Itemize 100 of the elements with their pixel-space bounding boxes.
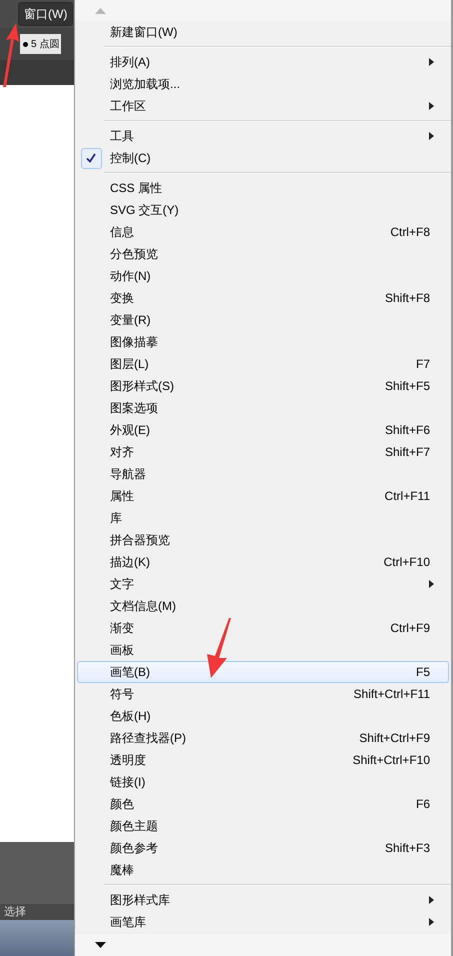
menu-item-label: 颜色参考 [110,840,158,857]
shortcut-label: F5 [416,664,430,681]
menu-item[interactable]: 文字 [77,573,449,595]
menu-item-label: 拼合器预览 [110,532,170,549]
menu-item-label: 外观(E) [110,422,150,439]
brush-field[interactable]: 5 点圆 [20,34,62,54]
menu-item-label: 渐变 [110,620,134,637]
shortcut-label: Ctrl+F10 [384,554,430,571]
menu-item[interactable]: 工作区 [77,95,449,117]
menu-item[interactable]: 图形样式库 [77,889,449,911]
menu-item[interactable]: 属性 Ctrl+F11 [77,485,449,507]
shortcut-label: Ctrl+F11 [384,488,430,505]
menu-item[interactable]: 分色预览 [77,243,449,265]
menu-item-label: SVG 交互(Y) [110,202,179,219]
menu-item-label: 图形样式(S) [110,378,174,395]
menu-item[interactable]: 图案选项 [77,397,449,419]
menu-item[interactable]: CSS 属性 [77,177,449,199]
menu-item-label: 透明度 [110,752,146,769]
menu-item[interactable]: 变换 Shift+F8 [77,287,449,309]
menu-item-label: 控制(C) [110,150,151,167]
menu-item-label: 工作区 [110,98,146,115]
menu-item[interactable]: 图层(L) F7 [77,353,449,375]
menu-item-label: 新建窗口(W) [110,24,178,41]
menu-item-label: 色板(H) [110,708,151,725]
menu-item-label: 路径查找器(P) [110,730,186,747]
menu-item[interactable]: 库 [77,507,449,529]
menu-item[interactable]: 外观(E) Shift+F6 [77,419,449,441]
menu-item-label: 画笔(B) [110,664,150,681]
shortcut-label: Ctrl+F8 [390,224,430,241]
menu-item[interactable]: 导航器 [77,463,449,485]
menu-item-label: 导航器 [110,466,146,483]
shortcut-label: F6 [416,796,430,813]
menu-item-label: 文字 [110,576,134,593]
menu-item[interactable]: 路径查找器(P) Shift+Ctrl+F9 [77,727,449,749]
menu-item[interactable]: 色板(H) [77,705,449,727]
field-value: 5 点圆 [31,38,60,52]
menu-item[interactable]: 颜色主题 [77,815,449,837]
menu-item-label: 链接(I) [110,774,146,791]
menu-item-label: 颜色 [110,796,134,813]
menu-item-label: 画笔库 [110,914,146,931]
shortcut-label: Shift+Ctrl+F10 [352,752,430,769]
menu-item[interactable]: 信息 Ctrl+F8 [77,221,449,243]
menu-item[interactable]: 控制(C) [77,147,449,169]
menu-item[interactable]: 透明度 Shift+Ctrl+F10 [77,749,449,771]
menu-item-label: 魔棒 [110,862,134,879]
menu-item[interactable]: 颜色 F6 [77,793,449,815]
menu-title[interactable]: 窗口(W) [18,2,74,26]
menu-item[interactable]: 颜色参考 Shift+F3 [77,837,449,859]
menu-item-label: 图层(L) [110,356,149,373]
menu-item[interactable]: 画笔(B) F5 [77,661,449,683]
menu-item[interactable]: 拼合器预览 [77,529,449,551]
menu-item-label: 图像描摹 [110,334,158,351]
menu-item[interactable]: 文档信息(M) [77,595,449,617]
menu-item[interactable]: 浏览加载项... [77,73,449,95]
menu-item[interactable]: SVG 交互(Y) [77,199,449,221]
menu-item-label: 文档信息(M) [110,598,176,615]
menu-item-label: 对齐 [110,444,134,461]
scroll-down-icon[interactable] [95,942,106,948]
menu-item[interactable]: 符号 Shift+Ctrl+F11 [77,683,449,705]
shortcut-label: Shift+F3 [384,840,430,857]
menu-item[interactable]: 变量(R) [77,309,449,331]
menu-item-label: 库 [110,510,122,527]
menu-item[interactable]: 渐变 Ctrl+F9 [77,617,449,639]
menu-item[interactable]: 新建窗口(W) [77,21,449,43]
shortcut-label: Shift+F7 [384,444,430,461]
menu-item-label: 描边(K) [110,554,150,571]
shortcut-label: Ctrl+F9 [390,620,430,637]
menu-item-label: 信息 [110,224,134,241]
menu-item-label: 变量(R) [110,312,151,329]
shortcut-label: F7 [416,356,430,373]
menu-item[interactable]: 图像描摹 [77,331,449,353]
shortcut-label: Shift+F8 [384,290,430,307]
annotation-arrow [2,23,20,87]
menu-item-label: 符号 [110,686,134,703]
menu-item-label: 工具 [110,128,134,145]
menu-item-label: 图形样式库 [110,892,170,909]
shortcut-label: Shift+Ctrl+F9 [359,730,430,747]
menu-item[interactable]: 动作(N) [77,265,449,287]
status-text: 选择 [4,904,26,920]
menu-item-label: 动作(N) [110,268,151,285]
shortcut-label: Shift+Ctrl+F11 [354,686,430,703]
menu-item[interactable]: 画板 [77,639,449,661]
menu-item-label: 画板 [110,642,134,659]
menu-item[interactable]: 对齐 Shift+F7 [77,441,449,463]
menu-item-label: 排列(A) [110,54,150,71]
menu-item[interactable]: 魔棒 [77,859,449,881]
menu-item-label: 颜色主题 [110,818,158,835]
menu-item-label: CSS 属性 [110,180,162,197]
menu-item-label: 变换 [110,290,134,307]
shortcut-label: Shift+F5 [384,378,430,395]
menu-item-label: 图案选项 [110,400,158,417]
menu-item[interactable]: 排列(A) [77,51,449,73]
menu-item[interactable]: 画笔库 [77,911,449,933]
menu-item[interactable]: 链接(I) [77,771,449,793]
menu-item[interactable]: 图形样式(S) Shift+F5 [77,375,449,397]
menu-item[interactable]: 描边(K) Ctrl+F10 [77,551,449,573]
menu-item-label: 分色预览 [110,246,158,263]
menu-item-label: 属性 [110,488,134,505]
menu-item[interactable]: 工具 [77,125,449,147]
shortcut-label: Shift+F6 [384,422,430,439]
